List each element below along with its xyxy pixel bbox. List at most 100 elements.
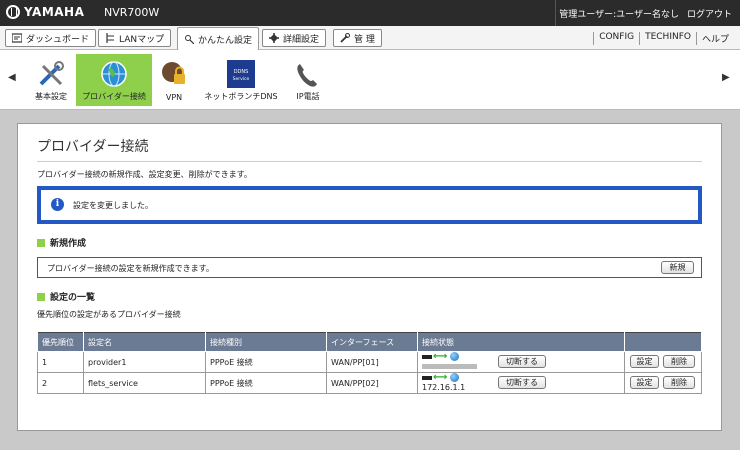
tab-dashboard[interactable]: ダッシュボード — [5, 29, 97, 47]
router-icon — [422, 355, 432, 359]
col-status: 接続状態 — [417, 332, 625, 352]
tab-management[interactable]: 管 理 — [333, 29, 382, 47]
tab-bar: ダッシュボード LANマップ かんたん設定 詳細設定 管 理 CONFIG TE… — [0, 26, 740, 50]
page-title: プロバイダー接続 — [37, 139, 149, 155]
tab-label: 詳細設定 — [283, 34, 320, 45]
wrench-icon — [340, 33, 350, 43]
globe-icon — [101, 61, 127, 87]
new-button[interactable]: 新規 — [661, 261, 694, 274]
svg-text:DDNS: DDNS — [234, 69, 249, 75]
new-entry-box: プロバイダー接続の設定を新規作成できます。 新規 — [37, 257, 702, 278]
cell-name: provider1 — [83, 351, 206, 373]
brand-logo: YAMAHA — [6, 5, 84, 19]
help-link[interactable]: ヘルプ — [695, 32, 734, 45]
connected-arrows-icon: ⟷ — [433, 372, 448, 383]
disconnect-button[interactable]: 切断する — [498, 355, 546, 368]
dashboard-icon — [11, 33, 23, 43]
ip-address: 172.16.1.1 — [422, 383, 466, 392]
techinfo-link[interactable]: TECHINFO — [639, 32, 696, 45]
scroll-right-icon[interactable]: ▶ — [722, 72, 730, 83]
ddns-service-icon: DDNSService — [227, 60, 255, 88]
tab-advanced-settings[interactable]: 詳細設定 — [262, 29, 327, 47]
connected-arrows-icon: ⟷ — [433, 351, 448, 362]
tab-label: ダッシュボード — [26, 34, 90, 45]
top-bar: YAMAHA NVR700W 管理ユーザー:ユーザー名なし ログアウト — [0, 0, 740, 26]
current-user: 管理ユーザー:ユーザー名なし — [559, 10, 679, 20]
section-list: 設定の一覧 — [37, 290, 95, 303]
table-row: 1 provider1 PPPoE 接続 WAN/PP[01] ⟷ 切断する 設… — [37, 351, 702, 373]
svg-text:Service: Service — [233, 76, 250, 82]
tab-label: 管 理 — [354, 34, 375, 45]
delete-button[interactable]: 削除 — [663, 376, 695, 389]
section-heading: 新規作成 — [50, 239, 87, 249]
new-entry-text: プロバイダー接続の設定を新規作成できます。 — [47, 264, 214, 273]
config-link[interactable]: CONFIG — [593, 32, 639, 45]
brand-name: YAMAHA — [24, 5, 85, 19]
gear-icon — [269, 33, 279, 43]
menu-label: 基本設定 — [35, 92, 67, 101]
tab-label: LANマップ — [119, 34, 165, 45]
col-type: 接続種別 — [205, 332, 327, 352]
setup-menu-bar: ◀ ▶ 基本設定 プロバイダー接続 VPN DDNS Service ネットボラン… — [0, 50, 740, 110]
menu-basic-settings[interactable]: 基本設定 — [28, 54, 74, 106]
divider — [37, 161, 702, 162]
menu-ip-phone[interactable]: IP電話 — [286, 54, 330, 106]
tab-easy-setup[interactable]: かんたん設定 — [177, 27, 260, 50]
table-row: 2 flets_service PPPoE 接続 WAN/PP[02] ⟷ 17… — [37, 372, 702, 394]
logout-link[interactable]: ログアウト — [687, 7, 732, 20]
menu-provider-connection[interactable]: プロバイダー接続 — [76, 54, 152, 106]
menu-label: プロバイダー接続 — [82, 92, 146, 101]
cell-status: ⟷ 172.16.1.1 切断する — [417, 372, 625, 394]
menu-label: VPN — [165, 93, 183, 102]
tab-label: かんたん設定 — [198, 35, 253, 46]
table-header-row: 優先順位 設定名 接続種別 インターフェース 接続状態 — [37, 332, 702, 352]
content-panel: プロバイダー接続 プロバイダー接続の新規作成、設定変更、削除ができます。 i 設… — [17, 123, 722, 431]
cell-priority: 1 — [37, 351, 84, 373]
list-description: 優先順位の設定があるプロバイダー接続 — [37, 310, 181, 319]
col-actions — [624, 332, 702, 352]
info-icon: i — [51, 198, 64, 211]
section-new: 新規作成 — [37, 236, 86, 249]
cell-actions: 設定 削除 — [624, 372, 702, 394]
phone-icon — [297, 64, 317, 87]
col-interface: インターフェース — [326, 332, 418, 352]
edit-button[interactable]: 設定 — [630, 355, 659, 368]
internet-icon — [450, 352, 459, 361]
menu-netvolante-dns[interactable]: DDNS Service ネットボランチDNS — [200, 54, 282, 106]
model-name: NVR700W — [104, 6, 160, 19]
cell-status: ⟷ 切断する — [417, 351, 625, 373]
cell-actions: 設定 削除 — [624, 351, 702, 373]
notice-message: 設定を変更しました。 — [73, 201, 153, 210]
cell-type: PPPoE 接続 — [205, 372, 327, 394]
page-description: プロバイダー接続の新規作成、設定変更、削除ができます。 — [37, 170, 252, 179]
cell-name: flets_service — [83, 372, 206, 394]
tools-icon — [39, 61, 64, 86]
notice-box: i 設定を変更しました。 — [37, 186, 702, 224]
delete-button[interactable]: 削除 — [663, 355, 695, 368]
col-priority: 優先順位 — [37, 332, 84, 352]
cell-priority: 2 — [37, 372, 84, 394]
cell-interface: WAN/PP[01] — [326, 351, 418, 373]
yamaha-logo-icon — [6, 5, 20, 19]
scroll-left-icon[interactable]: ◀ — [8, 72, 16, 83]
lan-map-icon — [105, 33, 115, 43]
menu-vpn[interactable]: VPN — [155, 54, 193, 106]
vpn-lock-icon — [162, 62, 185, 84]
internet-icon — [450, 373, 459, 382]
provider-table: 優先順位 設定名 接続種別 インターフェース 接続状態 1 provider1 … — [37, 332, 702, 394]
tab-lan-map[interactable]: LANマップ — [98, 29, 172, 47]
disconnect-button[interactable]: 切断する — [498, 376, 546, 389]
edit-button[interactable]: 設定 — [630, 376, 659, 389]
section-marker-icon — [37, 238, 45, 247]
menu-label: ネットボランチDNS — [204, 92, 278, 101]
section-heading: 設定の一覧 — [50, 293, 96, 303]
easy-setup-icon — [184, 34, 195, 45]
divider — [555, 0, 556, 26]
section-marker-icon — [37, 292, 45, 301]
ip-address-redacted — [422, 364, 477, 369]
menu-label: IP電話 — [296, 92, 320, 101]
col-name: 設定名 — [83, 332, 206, 352]
utility-links: CONFIG TECHINFO ヘルプ — [593, 32, 734, 45]
cell-interface: WAN/PP[02] — [326, 372, 418, 394]
cell-type: PPPoE 接続 — [205, 351, 327, 373]
